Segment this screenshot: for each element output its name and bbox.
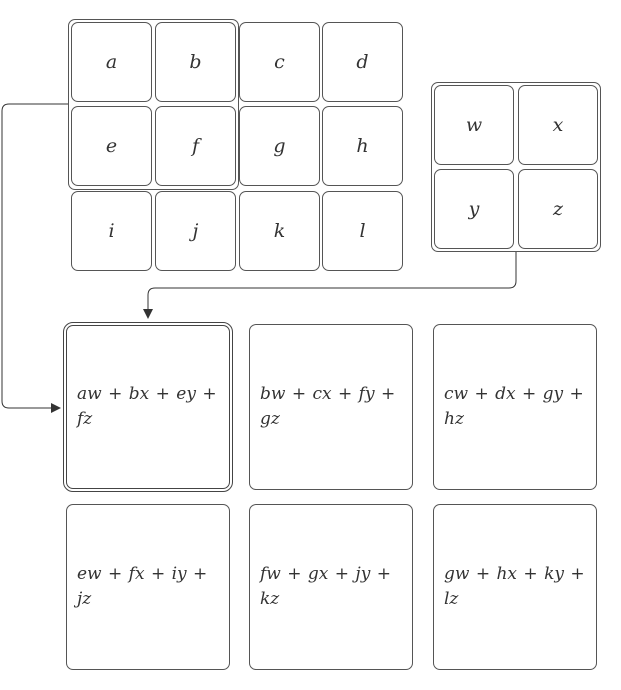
kernel-cell-y: y bbox=[434, 169, 514, 249]
matrix-cell-k: k bbox=[239, 191, 320, 271]
result-cell-5: fw + gx + jy + kz bbox=[249, 504, 413, 670]
matrix-cell-g: g bbox=[239, 106, 320, 186]
kernel-cell-w: w bbox=[434, 85, 514, 165]
kernel-cell-x: x bbox=[518, 85, 598, 165]
matrix-cell-c: c bbox=[239, 22, 320, 102]
window-highlight bbox=[68, 19, 239, 190]
result-cell-3: cw + dx + gy + hz bbox=[433, 324, 597, 490]
result-cell-1: aw + bx + ey + fz bbox=[63, 322, 233, 492]
arrow-matrix-to-result bbox=[1, 103, 68, 413]
result-cell-2: bw + cx + fy + gz bbox=[249, 324, 413, 490]
kernel-cell-z: z bbox=[518, 169, 598, 249]
result-cell-6: gw + hx + ky + lz bbox=[433, 504, 597, 670]
matrix-cell-h: h bbox=[322, 106, 403, 186]
matrix-cell-i: i bbox=[71, 191, 152, 271]
matrix-cell-d: d bbox=[322, 22, 403, 102]
matrix-cell-j: j bbox=[155, 191, 236, 271]
matrix-cell-l: l bbox=[322, 191, 403, 271]
result-cell-4: ew + fx + iy + jz bbox=[66, 504, 230, 670]
